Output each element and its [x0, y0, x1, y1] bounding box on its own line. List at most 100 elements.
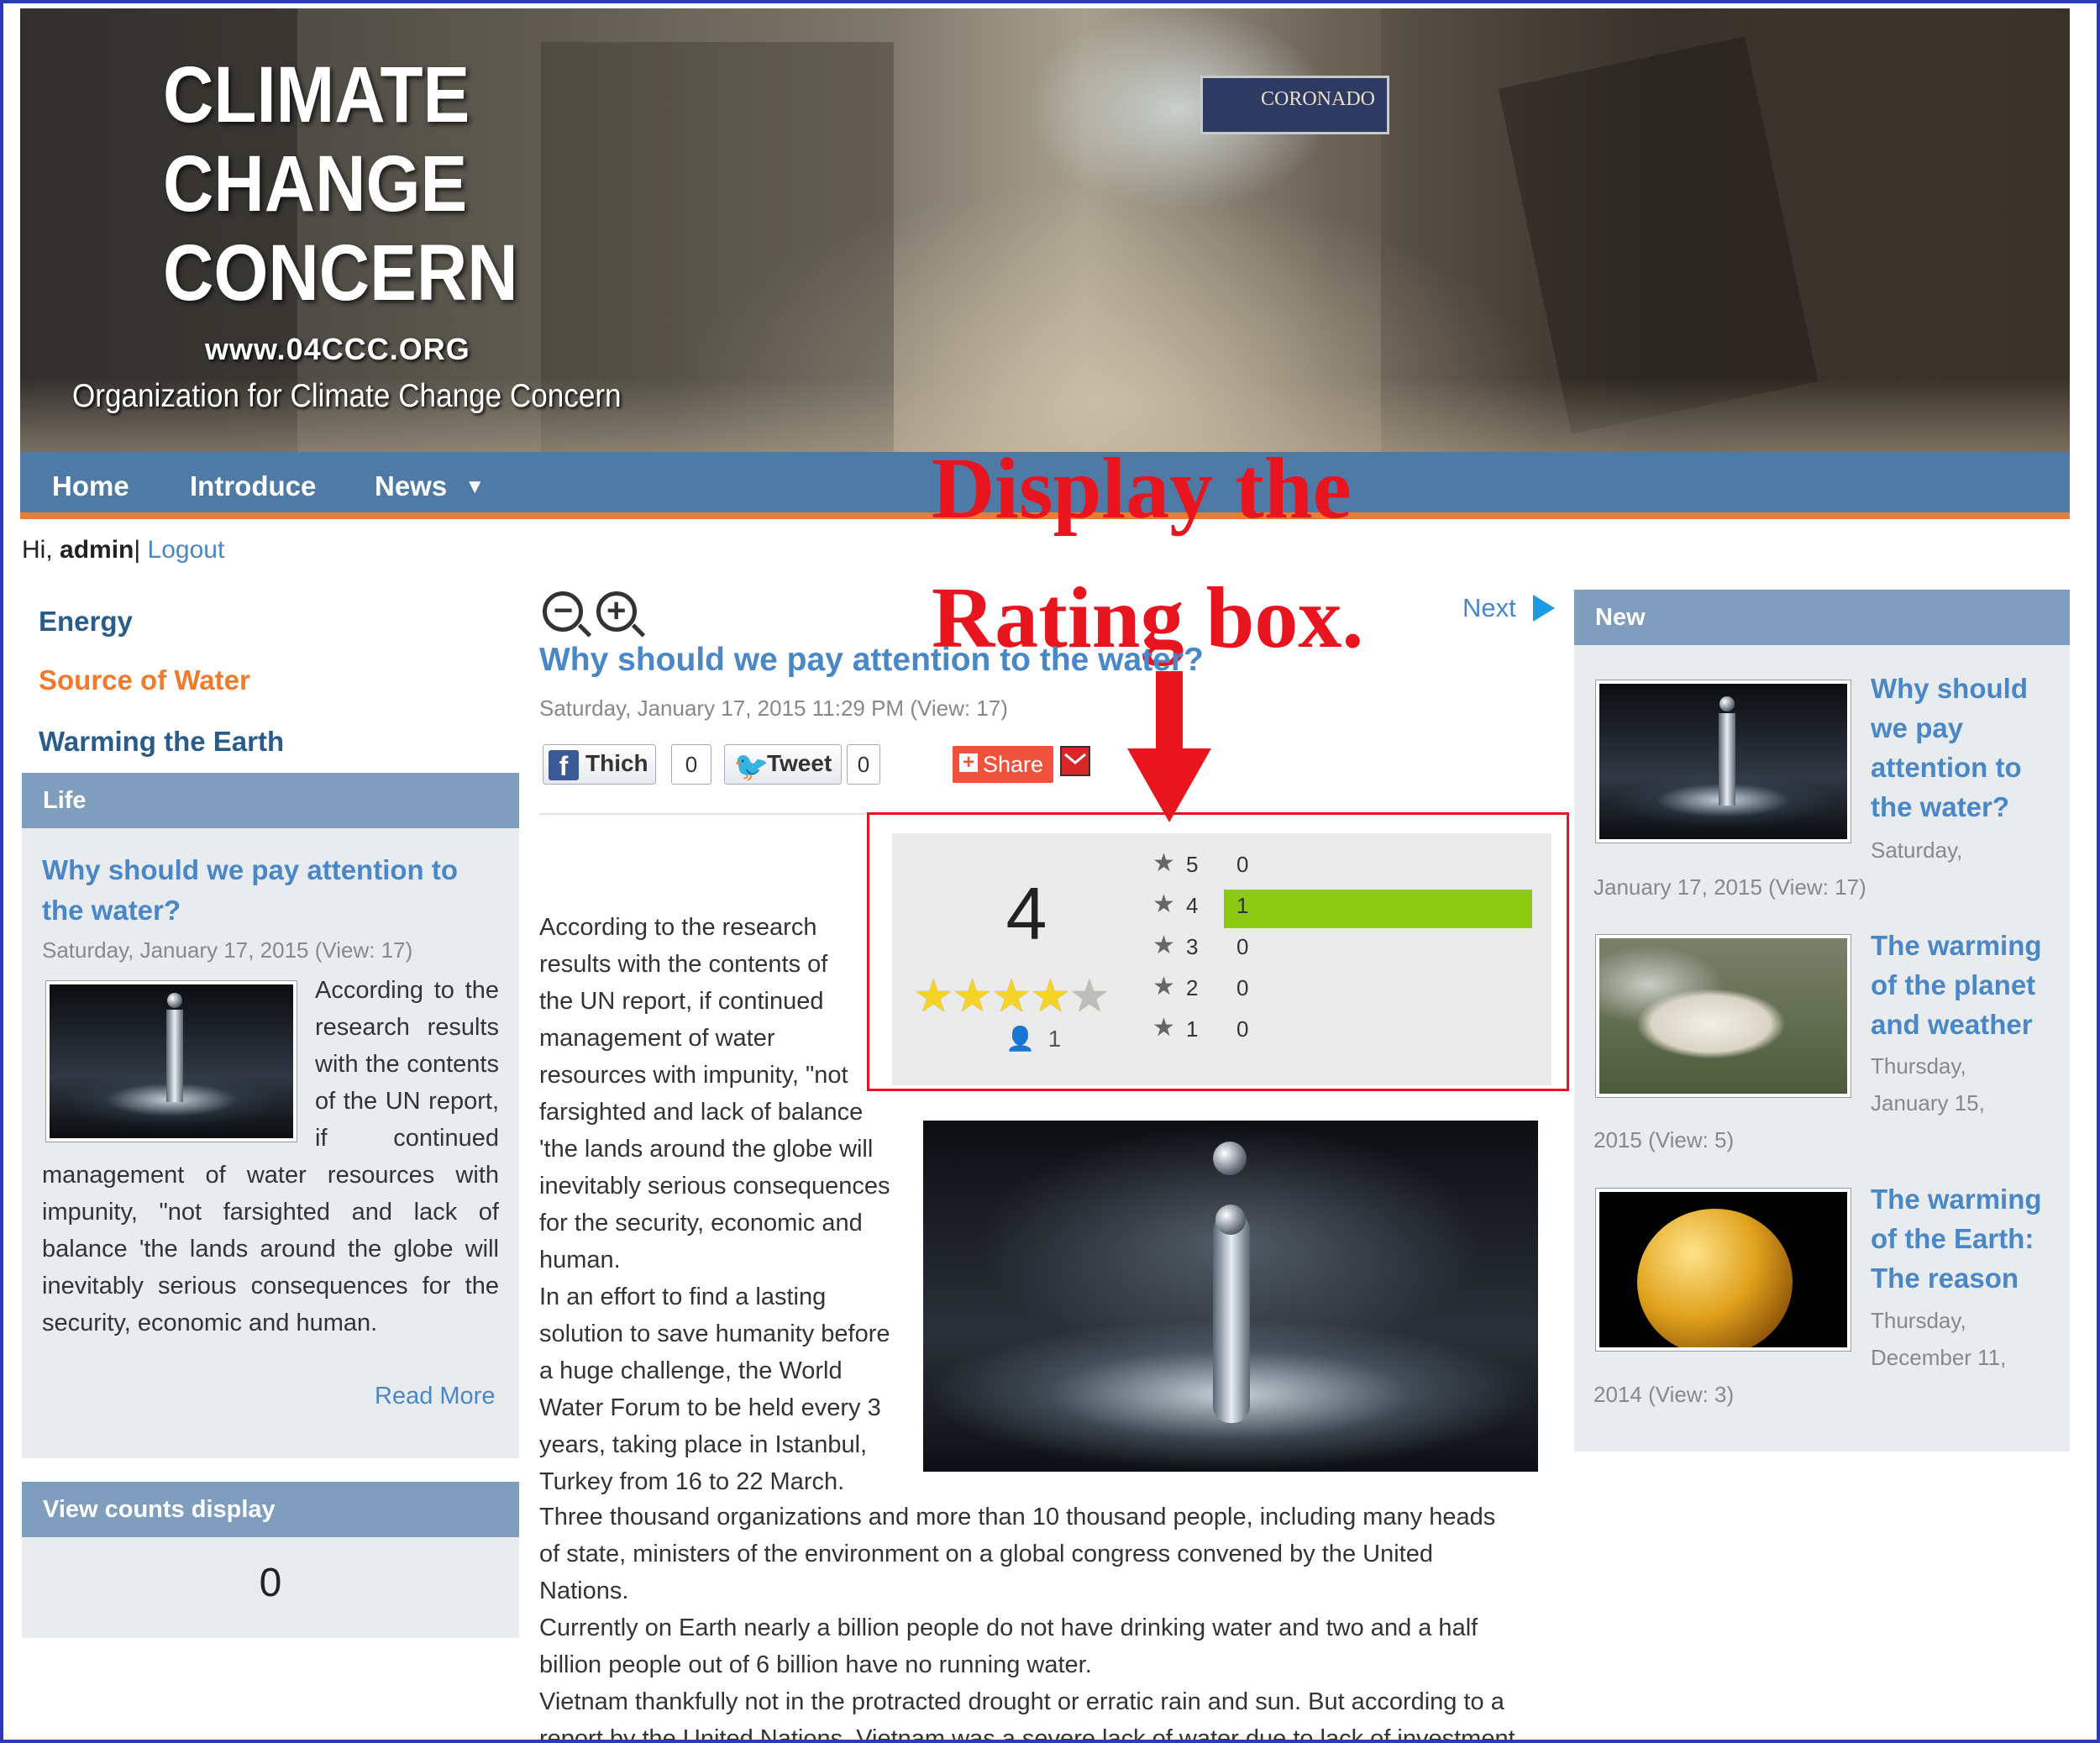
voter-count: 1 — [1047, 1026, 1062, 1052]
annotation-line-1: Display the — [932, 440, 1352, 537]
nav-introduce[interactable]: Introduce — [190, 470, 316, 502]
new-item-3-date-a2: December 11, — [1871, 1345, 2007, 1370]
article-body-line: Nations. — [539, 1578, 629, 1604]
category-warming-the-earth[interactable]: Warming the Earth — [39, 726, 284, 758]
nav-news-label: News — [375, 470, 448, 501]
rating-star-icon[interactable]: ★ — [1069, 971, 1110, 1021]
rating-star-icon[interactable]: ★ — [991, 971, 1032, 1021]
zoom-in-icon[interactable]: + — [596, 591, 637, 632]
rating-bar — [1224, 848, 1532, 887]
glowing-globe-image — [1599, 1192, 1847, 1347]
voters: 👤 1 — [1005, 1025, 1061, 1053]
logo-line-1: CLIMATE — [163, 50, 470, 139]
title-line: attention to — [1871, 752, 2022, 783]
life-article-excerpt-wrap: According to the research results with t… — [42, 972, 499, 1341]
share-button[interactable]: + Share — [953, 746, 1053, 783]
polar-bear-image — [1599, 938, 1847, 1094]
life-article-title[interactable]: Why should we pay attention to the water… — [42, 850, 496, 931]
facebook-like-button[interactable]: f Thich — [543, 744, 656, 785]
page-frame: CORONADO CLIMATE CHANGE CONCERN www.04CC… — [0, 0, 2100, 1743]
billboard-sign: CORONADO — [1200, 76, 1389, 134]
rating-box: 4 ★★★★★ 👤 1 ★ 5 0 ★ 4 1 ★ 3 0 ★ 2 0 ★ 1 0 — [892, 833, 1551, 1085]
article-body-line: 'the lands around the globe will — [539, 1136, 874, 1163]
article-body-line: billion people out of 6 billion have no … — [539, 1651, 1092, 1678]
new-item-2-title[interactable]: The warming of the planet and weather — [1871, 926, 2042, 1044]
water-drop-image — [1599, 684, 1847, 839]
separator: | — [134, 536, 141, 564]
nav-news[interactable]: News ▼ — [375, 470, 485, 502]
rating-bar — [1224, 890, 1532, 928]
rating-row-star: 2 — [1186, 975, 1199, 1000]
new-item-1-thumbnail[interactable] — [1595, 680, 1851, 843]
new-item-3-title[interactable]: The warming of the Earth: The reason — [1871, 1179, 2042, 1298]
article-body-line: human. — [539, 1247, 621, 1273]
logout-link[interactable]: Logout — [148, 536, 225, 564]
new-item-2-date-a: Thursday, — [1871, 1053, 1966, 1079]
title-line: of the planet — [1871, 969, 2036, 1000]
tweet-label: Tweet — [767, 750, 832, 776]
read-more-link[interactable]: Read More — [375, 1383, 495, 1410]
twitter-icon: 🐦 — [733, 751, 769, 783]
title-line: Why should — [1871, 673, 2028, 704]
new-item-1-date-a: Saturday, — [1871, 837, 1963, 863]
star-icon: ★ — [1152, 890, 1175, 918]
article-image-water-drop — [923, 1121, 1538, 1472]
site-banner: CORONADO CLIMATE CHANGE CONCERN www.04CC… — [20, 8, 2070, 452]
category-energy[interactable]: Energy — [39, 606, 133, 638]
rating-row-count: 0 — [1236, 852, 1249, 877]
rating-row-count: 0 — [1236, 934, 1249, 959]
view-counts-value: 0 — [259, 1561, 282, 1605]
article-body-line: According to the research — [539, 914, 817, 941]
like-label: Thich — [585, 750, 648, 776]
organization-name: Organization for Climate Change Concern — [72, 378, 622, 414]
life-article-meta: Saturday, January 17, 2015 (View: 17) — [42, 937, 413, 963]
email-icon[interactable] — [1060, 746, 1090, 776]
new-item-3-date-b: 2014 (View: 3) — [1593, 1382, 1735, 1407]
rating-row-star: 4 — [1186, 893, 1199, 918]
username: admin — [60, 536, 134, 564]
rating-row-star: 1 — [1186, 1016, 1199, 1042]
article-body-line: resources with impunity, "not — [539, 1062, 848, 1089]
rating-stars[interactable]: ★★★★★ — [913, 969, 1157, 1022]
zoom-out-icon[interactable]: − — [543, 591, 583, 632]
new-item-2-date-b: 2015 (View: 5) — [1593, 1127, 1735, 1152]
logo-line-2: CHANGE — [163, 139, 468, 228]
rating-star-icon[interactable]: ★ — [1030, 971, 1070, 1021]
star-icon: ★ — [1152, 973, 1175, 1000]
rating-row-count: 0 — [1236, 1016, 1249, 1042]
life-box-header: Life — [22, 773, 519, 828]
rating-bar-fill — [1224, 890, 1532, 928]
article-body-line: Vietnam thankfully not in the protracted… — [539, 1688, 1504, 1715]
facebook-icon: f — [549, 750, 579, 781]
new-item-3-date-a: Thursday, — [1871, 1308, 1966, 1333]
user-icon: 👤 — [1005, 1026, 1035, 1052]
rating-average: 4 — [1005, 872, 1047, 955]
rating-star-icon[interactable]: ★ — [952, 971, 992, 1021]
site-logo-title[interactable]: CLIMATE CHANGE CONCERN — [163, 50, 518, 318]
tweet-button[interactable]: 🐦 Tweet — [724, 744, 842, 785]
new-item-2-thumbnail[interactable] — [1595, 934, 1851, 1098]
billboard-text: CORONADO — [1260, 88, 1375, 110]
new-item-3-thumbnail[interactable] — [1595, 1188, 1851, 1352]
article-body-line: Currently on Earth nearly a billion peop… — [539, 1614, 1478, 1641]
rating-row: ★ 4 1 — [1152, 890, 1539, 928]
article-body-line: In an effort to find a lasting — [539, 1284, 827, 1310]
new-box-header: New — [1574, 590, 2070, 645]
article-title[interactable]: Why should we pay attention to the water… — [539, 642, 1204, 679]
rating-row-star: 3 — [1186, 934, 1199, 959]
new-item-1-title[interactable]: Why should we pay attention to the water… — [1871, 669, 2028, 827]
article-body-line: report by the United Nations, Vietnam wa… — [539, 1725, 1515, 1743]
nav-home[interactable]: Home — [52, 470, 129, 502]
article-body-line: a huge challenge, the World — [539, 1357, 843, 1384]
title-line: of the Earth: — [1871, 1223, 2034, 1254]
article-body-full: Three thousand organizations and more th… — [539, 1499, 1564, 1743]
next-link[interactable]: Next — [1462, 593, 1556, 623]
rating-row: ★ 3 0 — [1152, 931, 1539, 964]
title-line: we pay — [1871, 712, 1964, 743]
star-icon: ★ — [1152, 1014, 1175, 1042]
article-body-line: management of water — [539, 1025, 775, 1052]
title-line: and weather — [1871, 1009, 2033, 1040]
article-body-line: inevitably serious consequences — [539, 1173, 890, 1200]
article-body-line: the UN report, if continued — [539, 988, 824, 1015]
category-source-of-water[interactable]: Source of Water — [39, 664, 250, 696]
